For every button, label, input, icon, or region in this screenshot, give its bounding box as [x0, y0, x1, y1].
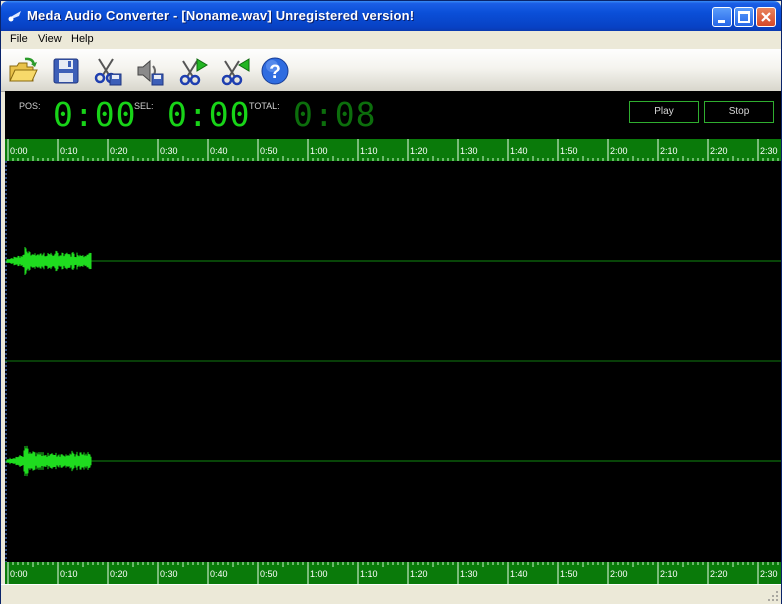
ruler-tick-label: 1:30 [460, 569, 478, 579]
ruler-tick-label: 0:30 [160, 569, 178, 579]
ruler-tick-label: 2:30 [760, 569, 778, 579]
svg-text:?: ? [269, 62, 281, 83]
help-button[interactable]: ? [259, 55, 291, 87]
resize-grip-icon[interactable] [767, 590, 779, 602]
ruler-tick-label: 1:10 [360, 146, 378, 156]
total-value: 0:08 [293, 95, 377, 134]
ruler-tick-label: 1:30 [460, 146, 478, 156]
cut-save-icon [94, 58, 122, 86]
window-title: Meda Audio Converter - [Noname.wav] Unre… [27, 8, 415, 23]
app-window: Meda Audio Converter - [Noname.wav] Unre… [0, 0, 782, 604]
cut-forward-button[interactable] [177, 55, 209, 87]
menu-help[interactable]: Help [71, 33, 94, 45]
left-channel-waveform [6, 246, 92, 276]
toolbar: ? [1, 49, 781, 92]
ruler-tick-label: 1:40 [510, 146, 528, 156]
pos-label: POS: [19, 101, 41, 111]
minimize-icon [718, 20, 725, 23]
ruler-tick-label: 0:40 [210, 569, 228, 579]
ruler-tick-label: 1:20 [410, 569, 428, 579]
ruler-tick-label: 0:10 [60, 146, 78, 156]
cut-save-button[interactable] [91, 55, 123, 87]
timeline-ruler-top[interactable]: 0:00 0:10 0:20 0:30 0:40 0:50 1:00 1:10 1:20 1:30… [5, 139, 781, 161]
sel-value: 0:00 [167, 95, 251, 134]
ruler-tick-label: 1:00 [310, 569, 328, 579]
ruler-tick-label: 2:10 [660, 569, 678, 579]
maximize-button[interactable] [734, 7, 754, 27]
waveform-canvas [5, 161, 781, 562]
ruler-tick-label: 0:40 [210, 146, 228, 156]
waveform-view[interactable] [5, 161, 781, 562]
speaker-save-button[interactable] [133, 55, 165, 87]
cut-back-button[interactable] [219, 55, 251, 87]
speaker-save-icon [137, 59, 164, 86]
ruler-tick-label: 1:50 [560, 146, 578, 156]
close-icon [761, 12, 771, 22]
menu-view[interactable]: View [38, 33, 62, 45]
title-bar[interactable]: Meda Audio Converter - [Noname.wav] Unre… [1, 1, 781, 31]
total-label: TOTAL: [249, 101, 280, 111]
cut-forward-icon [179, 58, 208, 86]
ruler-tick-label: 1:20 [410, 146, 428, 156]
ruler-tick-label: 1:10 [360, 569, 378, 579]
ruler-bottom-scale: 0:00 0:10 0:20 0:30 0:40 0:50 1:00 1:10 1:20 1:30… [7, 562, 779, 584]
maximize-icon [738, 11, 750, 23]
ruler-tick-label: 2:10 [660, 146, 678, 156]
menu-file[interactable]: File [10, 33, 28, 45]
pos-value: 0:00 [53, 95, 137, 134]
ruler-tick-label: 2:20 [710, 569, 728, 579]
close-button[interactable] [756, 7, 776, 27]
ruler-tick-label: 0:50 [260, 569, 278, 579]
ruler-tick-label: 1:40 [510, 569, 528, 579]
ruler-tick-label: 0:20 [110, 146, 128, 156]
ruler-tick-label: 0:00 [10, 146, 28, 156]
time-display-panel: POS: 0:00 SEL: 0:00 TOTAL: 0:08 Play Sto… [5, 91, 781, 139]
right-channel-waveform [6, 445, 92, 477]
timeline-ruler-bottom[interactable]: 0:00 0:10 0:20 0:30 0:40 0:50 1:00 1:10 1:20 1:30… [5, 562, 781, 584]
open-button[interactable] [7, 55, 39, 87]
ruler-tick-label: 2:00 [610, 569, 628, 579]
ruler-tick-label: 1:00 [310, 146, 328, 156]
ruler-tick-label: 0:20 [110, 569, 128, 579]
play-button[interactable]: Play [629, 101, 699, 123]
sel-label: SEL: [134, 101, 154, 111]
stop-button[interactable]: Stop [704, 101, 774, 123]
save-button[interactable] [50, 55, 82, 87]
ruler-tick-label: 0:30 [160, 146, 178, 156]
ruler-tick-label: 0:00 [10, 569, 28, 579]
status-bar [1, 584, 781, 604]
ruler-tick-label: 2:30 [760, 146, 778, 156]
ruler-tick-label: 0:50 [260, 146, 278, 156]
ruler-tick-label: 1:50 [560, 569, 578, 579]
app-icon [8, 11, 21, 22]
help-icon: ? [261, 57, 289, 85]
open-folder-icon [9, 57, 38, 82]
ruler-tick-label: 0:10 [60, 569, 78, 579]
ruler-tick-label: 2:00 [610, 146, 628, 156]
cut-back-icon [221, 58, 250, 86]
menu-bar: File View Help [1, 31, 781, 49]
ruler-top-scale: 0:00 0:10 0:20 0:30 0:40 0:50 1:00 1:10 1:20 1:30… [7, 139, 779, 161]
minimize-button[interactable] [712, 7, 732, 27]
ruler-tick-label: 2:20 [710, 146, 728, 156]
save-icon [53, 58, 79, 84]
